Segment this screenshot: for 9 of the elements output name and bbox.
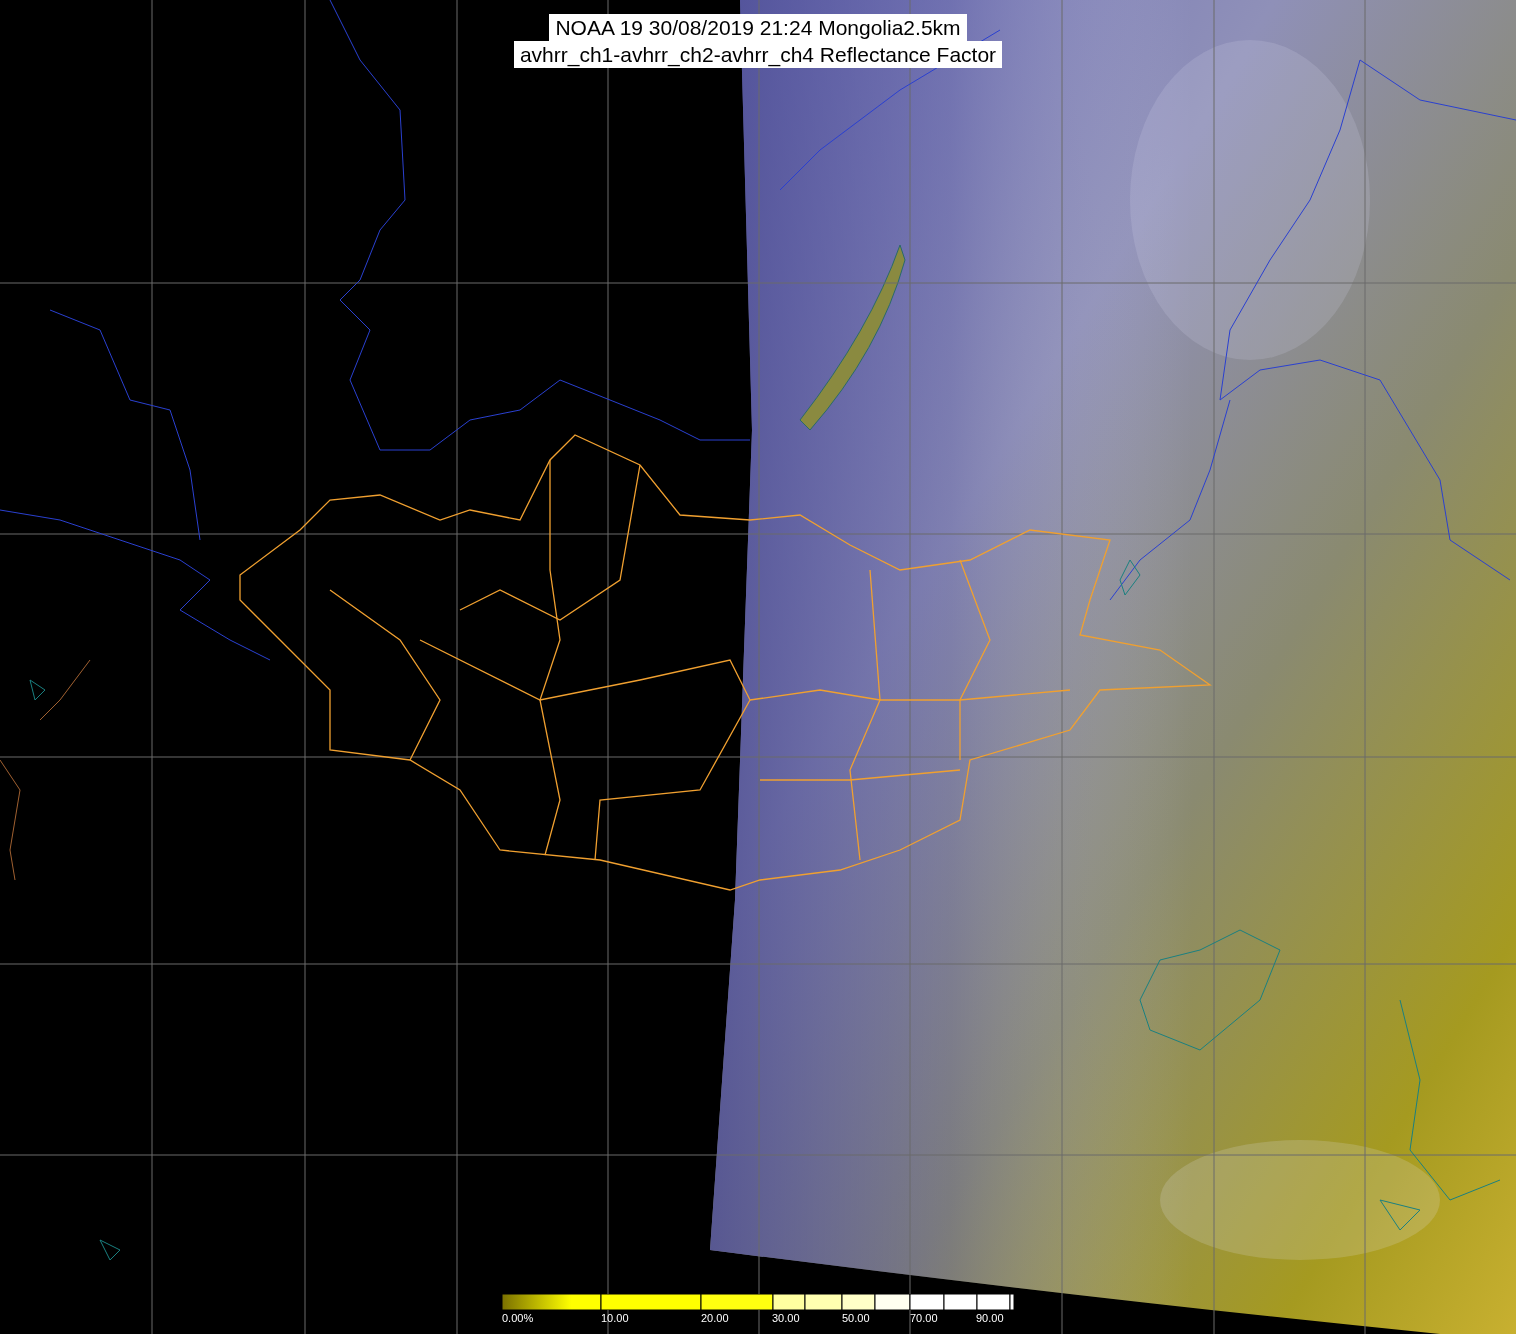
scale-label: 0.00% xyxy=(502,1312,534,1325)
scale-label: 70.00 xyxy=(910,1312,938,1325)
map-title: avhrr_ch1-avhrr_ch2-avhrr_ch4 Reflectance Factor xyxy=(513,41,1003,68)
scale-label: 50.00 xyxy=(842,1312,870,1325)
scale-label: 30.00 xyxy=(772,1312,800,1325)
scale-label: 90.00 xyxy=(976,1312,1004,1325)
scale-label: 10.00 xyxy=(601,1312,629,1325)
map-title: NOAA 19 30/08/2019 21:24 Mongolia2.5km xyxy=(549,14,967,41)
scale-label: 20.00 xyxy=(701,1312,729,1325)
